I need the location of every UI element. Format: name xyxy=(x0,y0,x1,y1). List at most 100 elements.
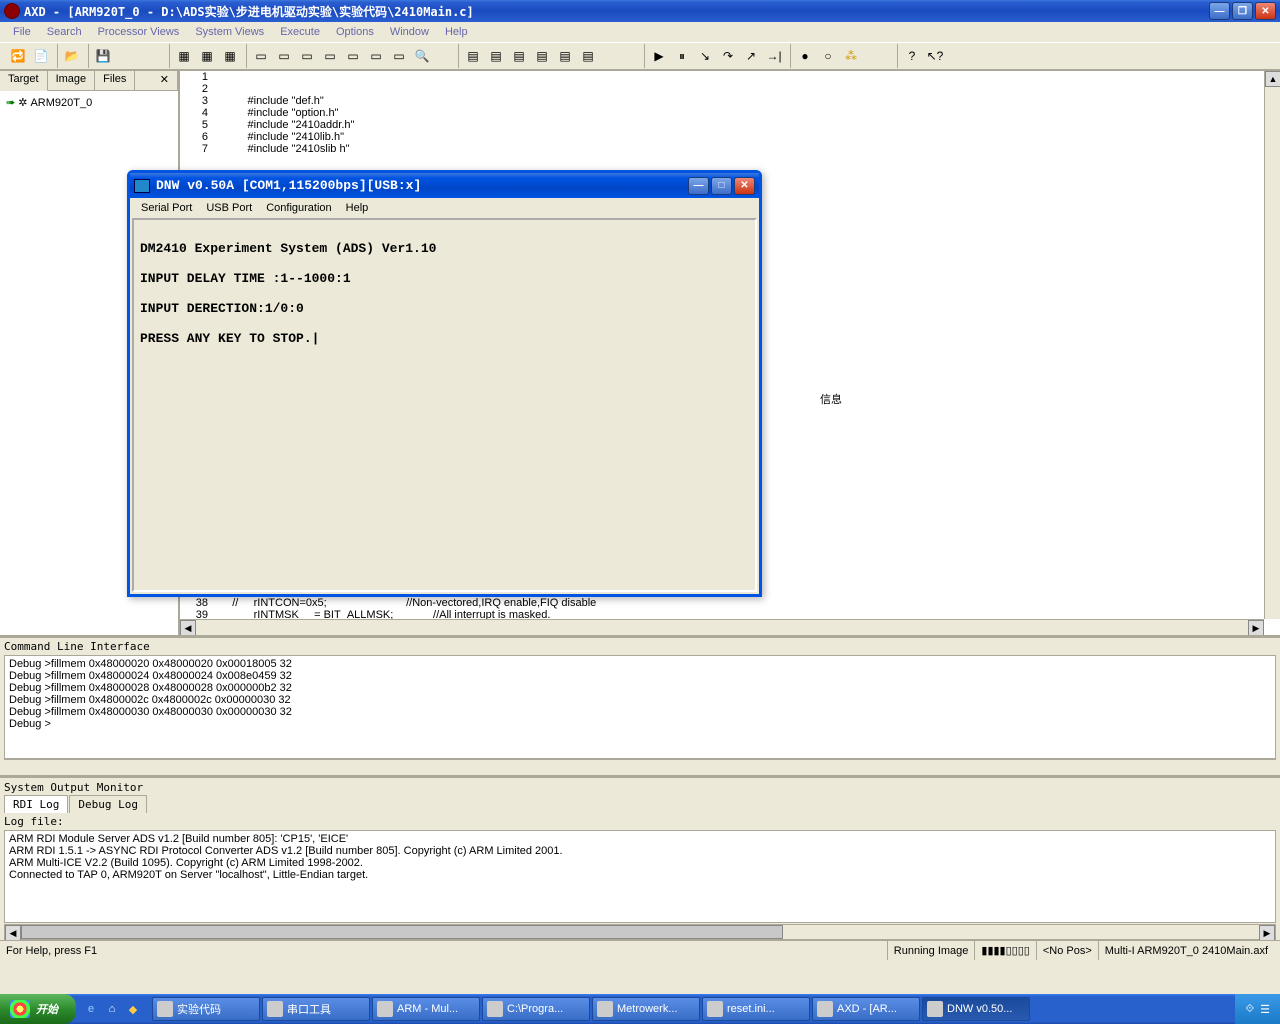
tb-step-in[interactable]: ↘ xyxy=(694,45,716,67)
tb-run-to[interactable]: →| xyxy=(763,45,785,67)
code-hscroll[interactable]: ◀ ▶ xyxy=(180,619,1264,635)
ql-ie-icon[interactable]: e xyxy=(82,999,100,1019)
tb-v1[interactable]: ▦ xyxy=(173,45,195,67)
scroll-thumb[interactable] xyxy=(21,925,783,939)
tab-rdi-log[interactable]: RDI Log xyxy=(4,795,68,813)
tb-find[interactable]: 🔍 xyxy=(411,45,433,67)
ql-desktop-icon[interactable]: ⌂ xyxy=(103,999,121,1019)
task-item[interactable]: 串口工具 xyxy=(262,997,370,1021)
tb-c6[interactable]: ▤ xyxy=(577,45,599,67)
tab-files[interactable]: Files xyxy=(95,71,135,90)
tb-w2[interactable]: ▭ xyxy=(273,45,295,67)
menu-processor-views[interactable]: Processor Views xyxy=(91,24,187,40)
status-pos: <No Pos> xyxy=(1036,941,1098,960)
tb-c4[interactable]: ▤ xyxy=(531,45,553,67)
dnw-title-bar[interactable]: DNW v0.50A [COM1,115200bps][USB:x] — □ ✕ xyxy=(130,173,759,198)
code-vscroll[interactable]: ▲ xyxy=(1264,71,1280,619)
tb-context-help[interactable]: ↖? xyxy=(924,45,946,67)
menu-file[interactable]: File xyxy=(6,24,38,40)
axd-title-text: AXD - [ARM920T_0 - D:\ADS实验\步进电机驱动实验\实验代… xyxy=(24,3,1209,20)
tb-c5[interactable]: ▤ xyxy=(554,45,576,67)
dnw-terminal[interactable]: DM2410 Experiment System (ADS) Ver1.10 I… xyxy=(132,218,757,592)
axd-toolbar: 🔁 📄 📂 💾 ▦ ▦ ▦ ▭ ▭ ▭ ▭ ▭ ▭ ▭ 🔍 ▤ ▤ ▤ ▤ xyxy=(0,42,1280,70)
dnw-menu-help[interactable]: Help xyxy=(341,201,374,215)
cli-output[interactable]: Debug >fillmem 0x48000020 0x48000020 0x0… xyxy=(4,655,1276,759)
menu-window[interactable]: Window xyxy=(383,24,436,40)
tb-w3[interactable]: ▭ xyxy=(296,45,318,67)
scroll-right-icon[interactable]: ▶ xyxy=(1248,620,1264,635)
tb-save[interactable]: 💾 xyxy=(92,45,114,67)
menu-search[interactable]: Search xyxy=(40,24,89,40)
tb-step-out[interactable]: ↗ xyxy=(740,45,762,67)
tab-close[interactable]: ✕ xyxy=(135,71,178,90)
tb-w5[interactable]: ▭ xyxy=(342,45,364,67)
sys-panel: System Output Monitor RDI Log Debug Log … xyxy=(0,775,1280,940)
tb-step-over[interactable]: ↷ xyxy=(717,45,739,67)
minimize-button[interactable]: — xyxy=(1209,2,1230,20)
task-item[interactable]: C:\Progra... xyxy=(482,997,590,1021)
cli-hscroll[interactable] xyxy=(4,759,1276,775)
dnw-menu-serial[interactable]: Serial Port xyxy=(136,201,197,215)
task-icon xyxy=(157,1001,173,1017)
scroll-up-icon[interactable]: ▲ xyxy=(1265,71,1280,87)
tray-icon[interactable]: ⟐ xyxy=(1245,1003,1254,1016)
task-item[interactable]: reset.ini... xyxy=(702,997,810,1021)
tb-bp3[interactable]: ⁂ xyxy=(840,45,862,67)
tb-w1[interactable]: ▭ xyxy=(250,45,272,67)
tree-root[interactable]: ➠ ✲ ARM920T_0 xyxy=(4,95,174,110)
tb-w7[interactable]: ▭ xyxy=(388,45,410,67)
tb-c2[interactable]: ▤ xyxy=(485,45,507,67)
menu-help[interactable]: Help xyxy=(438,24,475,40)
tb-reload[interactable]: 🔁 xyxy=(7,45,29,67)
task-icon xyxy=(487,1001,503,1017)
dnw-minimize-button[interactable]: — xyxy=(688,177,709,195)
dnw-window[interactable]: DNW v0.50A [COM1,115200bps][USB:x] — □ ✕… xyxy=(127,170,762,597)
dnw-menu-config[interactable]: Configuration xyxy=(261,201,336,215)
close-button[interactable]: ✕ xyxy=(1255,2,1276,20)
tb-c3[interactable]: ▤ xyxy=(508,45,530,67)
scroll-left-icon[interactable]: ◀ xyxy=(180,620,196,635)
dnw-close-button[interactable]: ✕ xyxy=(734,177,755,195)
task-item[interactable]: 实验代码 xyxy=(152,997,260,1021)
dnw-maximize-button[interactable]: □ xyxy=(711,177,732,195)
tab-target[interactable]: Target xyxy=(0,71,48,91)
tb-v3[interactable]: ▦ xyxy=(219,45,241,67)
task-item[interactable]: DNW v0.50... xyxy=(922,997,1030,1021)
menu-system-views[interactable]: System Views xyxy=(188,24,271,40)
tb-run[interactable]: ▶ xyxy=(648,45,670,67)
tb-pause[interactable]: ⏸ xyxy=(671,45,693,67)
task-icon xyxy=(927,1001,943,1017)
tab-debug-log[interactable]: Debug Log xyxy=(69,795,147,813)
axd-title-bar[interactable]: AXD - [ARM920T_0 - D:\ADS实验\步进电机驱动实验\实验代… xyxy=(0,0,1280,22)
dnw-menu-usb[interactable]: USB Port xyxy=(201,201,257,215)
tb-bp2[interactable]: ○ xyxy=(817,45,839,67)
status-progress: ▮▮▮▮▯▯▯▯ xyxy=(974,941,1035,960)
tb-c1[interactable]: ▤ xyxy=(462,45,484,67)
tb-open[interactable]: 📂 xyxy=(61,45,83,67)
scroll-right-icon[interactable]: ▶ xyxy=(1259,925,1275,941)
task-item[interactable]: Metrowerk... xyxy=(592,997,700,1021)
ql-app-icon[interactable]: ◆ xyxy=(124,999,142,1019)
log-file-label: Log file: xyxy=(4,813,1276,830)
dnw-app-icon xyxy=(134,179,150,193)
tab-image[interactable]: Image xyxy=(48,71,96,90)
tb-w6[interactable]: ▭ xyxy=(365,45,387,67)
tb-w4[interactable]: ▭ xyxy=(319,45,341,67)
start-button[interactable]: 开始 xyxy=(0,994,76,1024)
menu-execute[interactable]: Execute xyxy=(273,24,327,40)
task-icon xyxy=(377,1001,393,1017)
sys-hscroll[interactable]: ◀ ▶ xyxy=(4,924,1276,940)
task-icon xyxy=(707,1001,723,1017)
scroll-left-icon[interactable]: ◀ xyxy=(5,925,21,941)
tb-load[interactable]: 📄 xyxy=(30,45,52,67)
system-tray[interactable]: ⟐ ☰ xyxy=(1235,994,1280,1024)
tb-v2[interactable]: ▦ xyxy=(196,45,218,67)
restore-button[interactable]: ❐ xyxy=(1232,2,1253,20)
tb-bp1[interactable]: ● xyxy=(794,45,816,67)
task-item[interactable]: AXD - [AR... xyxy=(812,997,920,1021)
menu-options[interactable]: Options xyxy=(329,24,381,40)
sys-output[interactable]: ARM RDI Module Server ADS v1.2 [Build nu… xyxy=(4,830,1276,923)
tray-icon[interactable]: ☰ xyxy=(1260,1003,1270,1016)
tb-help[interactable]: ? xyxy=(901,45,923,67)
task-item[interactable]: ARM - Mul... xyxy=(372,997,480,1021)
